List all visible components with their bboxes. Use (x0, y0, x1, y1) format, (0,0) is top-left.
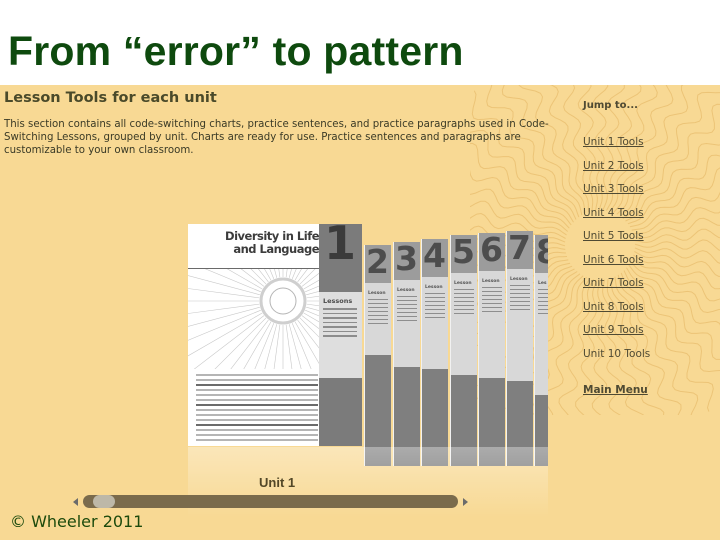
cover-ray (264, 324, 278, 369)
unit-link-item: Unit 1 Tools (583, 136, 650, 160)
scroll-left-arrow-icon[interactable] (73, 498, 78, 506)
unit-card-label: Lesson (454, 281, 472, 286)
cover-title-line2: and Language (233, 242, 319, 256)
unit-card-number: 6 (480, 233, 503, 269)
cover-title: Diversity in Life and Language (225, 230, 319, 256)
unit-card[interactable]: 5 Lesson (450, 235, 477, 466)
unit-7-tools-link[interactable]: Unit 7 Tools (583, 277, 644, 289)
unit-card-label: Les (538, 281, 547, 286)
unit-number: 1 (324, 216, 357, 270)
cover-ray (188, 306, 260, 327)
unit-card-label: Lesson (397, 288, 415, 293)
unit-card[interactable]: 8 Les (534, 235, 548, 466)
unit-1-tools-link[interactable]: Unit 1 Tools (583, 136, 644, 148)
unit-card-number: 4 (423, 239, 446, 275)
unit-carousel[interactable]: Diversity in Life and Language 1 Lessons… (0, 85, 560, 540)
cover-ray (273, 324, 281, 369)
cover-ray (288, 324, 302, 369)
slide-title: From “error” to pattern (8, 28, 464, 74)
unit-card-number: 8 (536, 235, 548, 271)
unit-card[interactable]: 3 Lesson (393, 242, 420, 466)
unit-card-number: 3 (395, 242, 418, 278)
unit-card-number: 5 (452, 235, 475, 271)
scroll-right-arrow-icon[interactable] (463, 498, 468, 506)
unit-card-label: Lesson (510, 277, 528, 282)
unit-9-tools-link[interactable]: Unit 9 Tools (583, 324, 644, 336)
unit-card-number: 2 (366, 245, 389, 281)
main-menu-link[interactable]: Main Menu (583, 384, 648, 396)
carousel-scrollbar[interactable] (73, 495, 468, 509)
lessons-label: Lessons (323, 297, 353, 305)
unit-card-number: 7 (508, 231, 531, 267)
unit-card[interactable]: 4 Lesson (421, 239, 448, 466)
cover-ray (214, 317, 267, 369)
unit-card-label: Lesson (425, 285, 443, 290)
unit-card-label: Lesson (482, 279, 500, 284)
unit-3-tools-link[interactable]: Unit 3 Tools (583, 183, 644, 195)
unit-link-item: Unit 5 Tools (583, 230, 650, 254)
cover-body-text (196, 374, 318, 444)
unit-link-item: Unit 3 Tools (583, 183, 650, 207)
scroll-track[interactable] (83, 495, 458, 508)
unit-card[interactable]: 7 Lesson (506, 231, 533, 466)
cover-ray (264, 269, 272, 281)
unit-6-tools-link[interactable]: Unit 6 Tools (583, 254, 644, 266)
unit-link-item: Unit 8 Tools (583, 301, 650, 325)
unit-link-item: Unit 7 Tools (583, 277, 650, 301)
unit-2-tools-link[interactable]: Unit 2 Tools (583, 160, 644, 172)
unit-1-tab: 1 Lessons (319, 216, 362, 446)
unit-card[interactable]: 2 Lesson (364, 245, 391, 466)
cover-ray (285, 324, 293, 369)
unit-card-label: Lesson (368, 291, 386, 296)
unit-10-tools-link: Unit 10 Tools (583, 347, 651, 360)
cover-ray (188, 275, 260, 296)
unit-5-tools-link[interactable]: Unit 5 Tools (583, 230, 644, 242)
cover-ray (204, 269, 261, 293)
unit-links-list: Unit 1 Tools Unit 2 Tools Unit 3 Tools Unit… (583, 136, 650, 371)
unit-cover-page[interactable]: Diversity in Life and Language (188, 224, 323, 446)
cover-ray (188, 312, 263, 357)
unit-link-item: Unit 9 Tools (583, 324, 650, 348)
unit-4-tools-link[interactable]: Unit 4 Tools (583, 207, 644, 219)
unit-card[interactable]: 6 Lesson (478, 233, 505, 466)
unit-caption: Unit 1 (259, 475, 296, 490)
scroll-thumb[interactable] (93, 495, 115, 508)
lesson-tools-panel: Lesson Tools for each unit This section … (0, 85, 720, 540)
unit-link-item: Unit 2 Tools (583, 160, 650, 184)
cover-ray (226, 269, 263, 290)
unit-link-item: Unit 10 Tools (583, 348, 650, 372)
unit-link-item: Unit 4 Tools (583, 207, 650, 231)
unit-link-item: Unit 6 Tools (583, 254, 650, 278)
cover-burst-art (188, 269, 323, 369)
cover-ray (250, 269, 267, 285)
unit-8-tools-link[interactable]: Unit 8 Tools (583, 301, 644, 313)
jump-to-label: Jump to... (583, 100, 638, 111)
copyright-notice: © Wheeler 2011 (10, 512, 144, 531)
